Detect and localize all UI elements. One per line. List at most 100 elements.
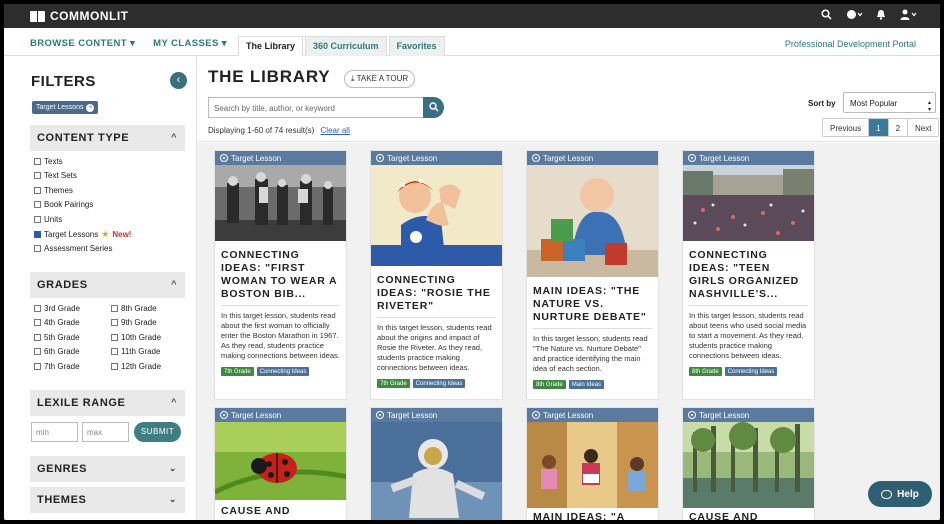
filter-themes[interactable]: Themes	[34, 186, 73, 195]
globe-icon[interactable]	[846, 9, 862, 20]
new-badge: New!	[112, 230, 132, 239]
checkbox[interactable]	[111, 305, 118, 312]
filter-book-pairings[interactable]: Book Pairings	[34, 200, 93, 209]
lexile-max-input[interactable]: max	[82, 422, 129, 442]
tab-360-curriculum[interactable]: 360 Curriculum	[305, 36, 387, 56]
remove-filter-icon[interactable]: ×	[86, 103, 95, 112]
checkbox[interactable]	[111, 319, 118, 326]
grade-8[interactable]: 8th Grade	[111, 304, 157, 313]
take-a-tour-button[interactable]: ⤓ TAKE A TOUR	[344, 70, 416, 88]
checkbox[interactable]	[34, 245, 41, 252]
lexile-min-input[interactable]: min	[31, 422, 78, 442]
filter-text-sets[interactable]: Text Sets	[34, 171, 77, 180]
checkbox-checked[interactable]	[34, 231, 41, 238]
checkbox[interactable]	[34, 216, 41, 223]
card-title[interactable]: CONNECTING IDEAS: "TEEN GIRLS ORGANIZED …	[683, 249, 814, 301]
browse-content-menu[interactable]: BROWSE CONTENT ▾	[30, 38, 135, 49]
grade-12[interactable]: 12th Grade	[111, 362, 161, 371]
grade-10[interactable]: 10th Grade	[111, 333, 161, 342]
grade-7[interactable]: 7th Grade	[34, 362, 80, 371]
genres-header[interactable]: GENRES ⌄	[30, 456, 185, 482]
collapse-sidebar-button[interactable]: ‹	[170, 72, 187, 89]
search-input[interactable]: Search by title, author, or keyword	[208, 97, 424, 118]
filters-title: FILTERS	[31, 73, 96, 90]
card-title[interactable]: CAUSE AND	[683, 511, 814, 520]
skill-tag: Connecting Ideas	[412, 379, 466, 388]
professional-development-link[interactable]: Professional Development Portal	[785, 39, 916, 49]
target-icon	[220, 411, 228, 419]
checkbox[interactable]	[34, 363, 41, 370]
search-icon[interactable]	[821, 9, 832, 20]
grade-6[interactable]: 6th Grade	[34, 347, 80, 356]
checkbox[interactable]	[34, 305, 41, 312]
option-label: Texts	[44, 157, 63, 166]
tab-favorites[interactable]: Favorites	[388, 36, 445, 56]
filter-texts[interactable]: Texts	[34, 157, 63, 166]
lesson-card[interactable]: Target Lesson	[370, 407, 503, 520]
sort-select[interactable]: Most Popular ▴ ▾	[843, 92, 936, 113]
pagination-page-1[interactable]: 1	[869, 119, 889, 136]
checkbox[interactable]	[34, 348, 41, 355]
filter-units[interactable]: Units	[34, 215, 62, 224]
checkbox[interactable]	[34, 334, 41, 341]
clear-all-link[interactable]: Clear all	[321, 126, 350, 135]
astronaut-photo	[371, 422, 502, 520]
lesson-card[interactable]: Target Lesson CONNECTING IDEAS: "FIRST W…	[214, 150, 347, 400]
card-description: In this target lesson, students read abo…	[689, 311, 807, 360]
themes-header[interactable]: THEMES ⌄	[30, 487, 185, 513]
commonlit-logo[interactable]: COMMONLIT	[30, 9, 129, 23]
help-button[interactable]: Help	[868, 481, 932, 507]
bell-icon[interactable]	[876, 9, 886, 20]
checkbox[interactable]	[34, 172, 41, 179]
card-title[interactable]: MAIN IDEAS: "THE NATURE VS. NURTURE DEBA…	[527, 285, 658, 324]
content-type-header[interactable]: CONTENT TYPE ^	[30, 125, 185, 151]
grade-tag: 8th Grade	[689, 367, 722, 376]
filter-target-lessons[interactable]: Target Lessons ★ New!	[34, 229, 131, 240]
active-filter-chip[interactable]: Target Lessons ×	[32, 101, 99, 114]
checkbox[interactable]	[111, 334, 118, 341]
checkbox[interactable]	[111, 348, 118, 355]
card-title[interactable]: CAUSE AND	[215, 505, 346, 518]
card-title[interactable]: CONNECTING IDEAS: "FIRST WOMAN TO WEAR A…	[215, 249, 346, 301]
tab-the-library[interactable]: The Library	[238, 36, 304, 56]
card-badge: Target Lesson	[683, 408, 814, 422]
grades-header[interactable]: GRADES ^	[30, 272, 185, 298]
card-title[interactable]: CONNECTING IDEAS: "ROSIE THE RIVETER"	[371, 274, 502, 313]
checkbox[interactable]	[34, 158, 41, 165]
card-title[interactable]: MAIN IDEAS: "A	[527, 511, 658, 520]
grade-5[interactable]: 5th Grade	[34, 333, 80, 342]
skill-tag: Main Ideas	[568, 380, 605, 389]
lesson-card[interactable]: Target Lesson CONNECTING IDEAS: "TEEN GI…	[682, 150, 815, 400]
pagination-page-2[interactable]: 2	[889, 119, 909, 136]
card-image	[215, 165, 346, 241]
checkbox[interactable]	[111, 363, 118, 370]
lexile-range-header[interactable]: LEXILE RANGE ^	[30, 390, 185, 416]
option-label: 4th Grade	[44, 318, 80, 327]
lesson-card[interactable]: Target Lesson CAUSE AND	[214, 407, 347, 520]
lesson-card[interactable]: Target Lesson MAIN IDEAS: "THE NATURE VS…	[526, 150, 659, 400]
my-classes-menu[interactable]: MY CLASSES ▾	[153, 38, 227, 49]
lesson-card[interactable]: Target Lesson CAUSE AND	[682, 407, 815, 520]
checkbox[interactable]	[34, 201, 41, 208]
lexile-submit-button[interactable]: SUBMIT	[134, 422, 181, 442]
lesson-card[interactable]: Target Lesson MAIN IDEAS: "A	[526, 407, 659, 520]
checkbox[interactable]	[34, 319, 41, 326]
card-description: In this target lesson, students read "Th…	[533, 334, 648, 373]
lesson-card[interactable]: Target Lesson CONNECTING IDEAS: "ROSIE T…	[370, 150, 503, 400]
filter-assessment-series[interactable]: Assessment Series	[34, 244, 112, 253]
checkbox[interactable]	[34, 187, 41, 194]
sort-label: Sort by	[808, 99, 836, 108]
sort-caret-icon: ▴ ▾	[927, 100, 931, 113]
grade-4[interactable]: 4th Grade	[34, 318, 80, 327]
user-icon[interactable]	[900, 9, 918, 20]
pagination-previous[interactable]: Previous	[823, 119, 870, 136]
option-label: Themes	[44, 186, 73, 195]
baby-blocks-photo	[527, 165, 658, 277]
grade-3[interactable]: 3rd Grade	[34, 304, 80, 313]
option-label: Assessment Series	[44, 244, 113, 253]
results-text: Displaying 1-60 of 74 result(s)	[208, 126, 315, 135]
search-button[interactable]	[423, 97, 444, 118]
grade-9[interactable]: 9th Grade	[111, 318, 157, 327]
grade-11[interactable]: 11th Grade	[111, 347, 160, 356]
pagination-next[interactable]: Next	[908, 119, 938, 136]
